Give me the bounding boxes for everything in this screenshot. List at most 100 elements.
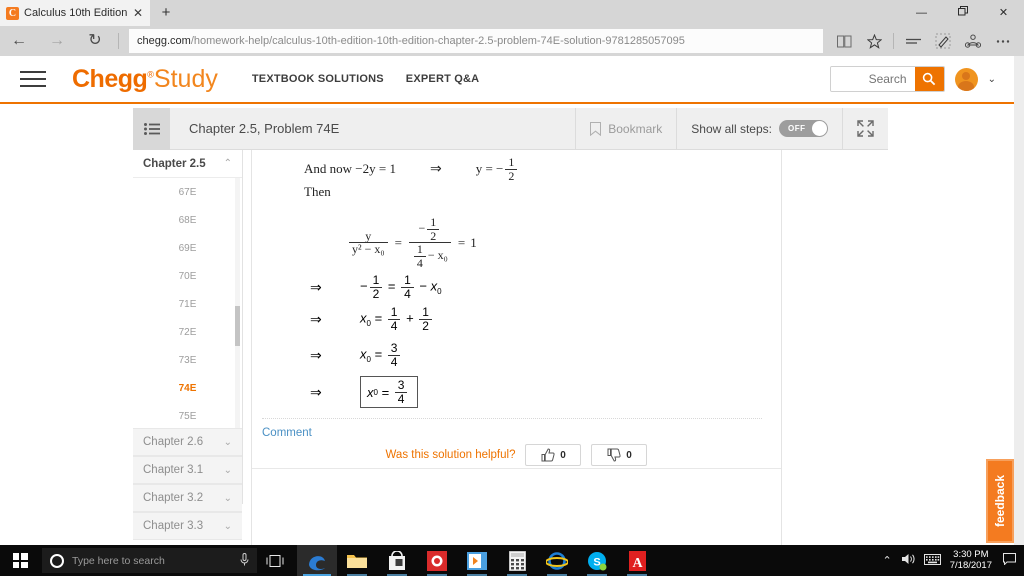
- cortana-icon: [50, 553, 64, 568]
- feedback-tab[interactable]: feedback: [986, 459, 1014, 543]
- svg-text:A: A: [632, 556, 643, 571]
- start-button[interactable]: [0, 545, 40, 576]
- boxed-answer: x0 = 34: [360, 376, 419, 409]
- solution-math: And now −2y = 1 ⇒ y = − 1 2 Then y y² − …: [252, 150, 781, 469]
- system-tray: ⌃ 3:30 PM 7/18/2017: [883, 549, 1024, 572]
- sidebar-item-73E[interactable]: 73E: [133, 346, 242, 374]
- task-view-button[interactable]: [257, 545, 293, 576]
- chevron-down-icon: ⌄: [223, 464, 232, 476]
- menu-hamburger-icon[interactable]: [16, 71, 52, 87]
- sidebar-scrollbar-track[interactable]: [235, 178, 240, 428]
- close-button[interactable]: ✕: [983, 0, 1024, 26]
- fraction-denominator: 4: [413, 255, 426, 270]
- taskbar-app-adobe-reader[interactable]: A: [617, 545, 657, 576]
- taskbar-app-calculator[interactable]: [497, 545, 537, 576]
- rhs-numerator: −1 2: [415, 216, 444, 242]
- reading-view-icon[interactable]: [829, 26, 859, 56]
- show-all-steps-toggle[interactable]: OFF: [779, 120, 828, 137]
- search-box[interactable]: [829, 66, 945, 92]
- nav-expert-qa[interactable]: EXPERT Q&A: [406, 73, 480, 85]
- helpful-question: Was this solution helpful?: [385, 449, 516, 461]
- site-header: Chegg®Study TEXTBOOK SOLUTIONS EXPERT Q&…: [0, 56, 1014, 102]
- sidebar-chapter-label: Chapter 2.6: [143, 436, 204, 448]
- sidebar-item-70E[interactable]: 70E: [133, 262, 242, 290]
- search-button[interactable]: [914, 67, 944, 91]
- new-tab-button[interactable]: +: [152, 0, 180, 26]
- sidebar-item-69E[interactable]: 69E: [133, 234, 242, 262]
- inner-fraction-num: 12: [427, 216, 440, 242]
- page-body: Chegg®Study TEXTBOOK SOLUTIONS EXPERT Q&…: [0, 56, 1014, 545]
- microphone-icon[interactable]: [240, 552, 249, 569]
- chevron-down-icon: ⌄: [223, 492, 232, 504]
- sidebar-item-72E[interactable]: 72E: [133, 318, 242, 346]
- minimize-button[interactable]: —: [901, 0, 942, 26]
- fullscreen-button[interactable]: [842, 107, 888, 150]
- address-bar[interactable]: chegg.com/homework-help/calculus-10th-ed…: [129, 29, 823, 53]
- solution-card: And now −2y = 1 ⇒ y = − 1 2 Then y y² − …: [251, 150, 782, 545]
- taskbar-apps: S A: [297, 545, 657, 576]
- web-note-icon[interactable]: [928, 26, 958, 56]
- sidebar-item-67E[interactable]: 67E: [133, 178, 242, 206]
- sidebar-chapter-3-2[interactable]: Chapter 3.2 ⌄: [133, 484, 242, 512]
- taskbar-app-red[interactable]: [417, 545, 457, 576]
- hub-icon[interactable]: [898, 26, 928, 56]
- thumbs-down-icon: [607, 448, 621, 462]
- thumbs-down-button[interactable]: 0: [591, 444, 648, 466]
- implies-arrow-icon: ⇒: [310, 383, 322, 400]
- sidebar-item-74E[interactable]: 74E: [133, 374, 242, 402]
- sidebar-chapter-2-6[interactable]: Chapter 2.6 ⌄: [133, 428, 242, 456]
- bookmark-icon: [590, 121, 602, 136]
- avatar[interactable]: [954, 67, 978, 91]
- chegg-logo[interactable]: Chegg®Study: [72, 66, 218, 92]
- problem-toolbar-actions: Bookmark Show all steps: OFF: [575, 107, 888, 150]
- favorites-star-icon[interactable]: [859, 26, 889, 56]
- thumbs-up-count: 0: [560, 449, 566, 461]
- fraction-denominator: y² − x₀: [349, 242, 388, 256]
- search-input[interactable]: [830, 67, 915, 91]
- tab-close-icon[interactable]: ✕: [132, 0, 144, 26]
- sidebar-chapter-3-3[interactable]: Chapter 3.3 ⌄: [133, 512, 242, 540]
- notifications-icon[interactable]: [1001, 553, 1016, 568]
- nav-textbook-solutions[interactable]: TEXTBOOK SOLUTIONS: [252, 73, 384, 85]
- comment-link[interactable]: Comment: [262, 427, 312, 439]
- taskbar-app-file-explorer[interactable]: [337, 545, 377, 576]
- taskbar-app-microsoft-store[interactable]: [377, 545, 417, 576]
- primary-nav: TEXTBOOK SOLUTIONS EXPERT Q&A: [252, 73, 479, 85]
- tray-chevron-up-icon[interactable]: ⌃: [883, 554, 892, 567]
- windows-taskbar: Type here to search S A ⌃ 3:30 PM 7/18/2…: [0, 545, 1024, 576]
- sidebar-chapter-header[interactable]: Chapter 2.5 ⌃: [133, 150, 242, 178]
- url-host: chegg.com: [137, 35, 191, 47]
- volume-icon[interactable]: [901, 553, 915, 568]
- taskbar-clock[interactable]: 3:30 PM 7/18/2017: [950, 549, 992, 572]
- bookmark-button[interactable]: Bookmark: [575, 107, 676, 150]
- taskbar-app-movies-tv[interactable]: [457, 545, 497, 576]
- sidebar-item-71E[interactable]: 71E: [133, 290, 242, 318]
- restore-button[interactable]: [942, 0, 983, 26]
- back-button[interactable]: ←: [0, 26, 38, 56]
- fraction-numerator: 1: [416, 242, 423, 257]
- taskbar-app-skype[interactable]: S: [577, 545, 617, 576]
- taskbar-search[interactable]: Type here to search: [42, 548, 257, 573]
- sidebar-scrollbar-thumb[interactable]: [235, 306, 240, 346]
- bookmark-label: Bookmark: [608, 121, 663, 136]
- problem-list-icon[interactable]: [133, 107, 170, 150]
- sidebar-chapter-3-1[interactable]: Chapter 3.1 ⌄: [133, 456, 242, 484]
- thumbs-up-button[interactable]: 0: [525, 444, 582, 466]
- toggle-knob: [812, 121, 827, 136]
- forward-button: →: [49, 32, 65, 49]
- chevron-up-icon[interactable]: ⌃: [224, 158, 232, 169]
- more-icon[interactable]: [988, 26, 1018, 56]
- feedback-label: feedback: [993, 474, 1007, 528]
- taskbar-app-internet-explorer[interactable]: [537, 545, 577, 576]
- browser-tab[interactable]: C Calculus 10th Edition Ch ✕: [0, 0, 150, 26]
- fraction-numerator: y: [365, 228, 372, 243]
- keyboard-icon[interactable]: [923, 553, 941, 568]
- sidebar-item-68E[interactable]: 68E: [133, 206, 242, 234]
- taskbar-app-edge[interactable]: [297, 545, 337, 576]
- sidebar-item-75E[interactable]: 75E: [133, 402, 242, 428]
- refresh-button[interactable]: ↻: [76, 26, 114, 56]
- solution-card-footer: [252, 468, 781, 545]
- page-scrollbar[interactable]: [1014, 56, 1024, 545]
- share-icon[interactable]: [958, 26, 988, 56]
- chevron-down-icon[interactable]: ⌄: [988, 74, 996, 85]
